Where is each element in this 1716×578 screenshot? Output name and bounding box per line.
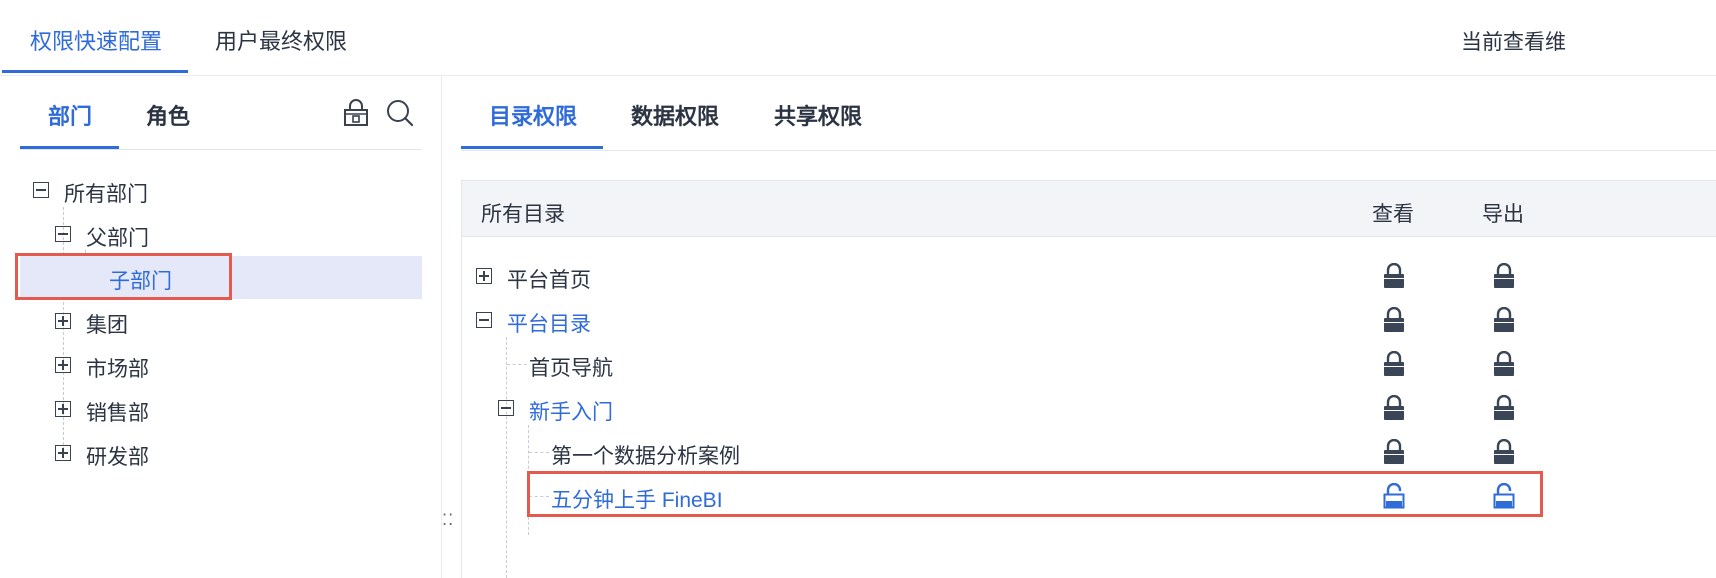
lock-icon[interactable] bbox=[1493, 394, 1515, 421]
top-tab-bar: 权限快速配置 用户最终权限 当前查看维 bbox=[0, 0, 1716, 76]
current-view-dimension-label: 当前查看维 bbox=[1461, 31, 1566, 54]
collapse-icon[interactable] bbox=[476, 312, 492, 328]
column-header-all-catalogs: 所有目录 bbox=[481, 203, 565, 226]
collapse-icon[interactable] bbox=[55, 226, 71, 242]
catalog-row-label[interactable]: 首页导航 bbox=[529, 352, 613, 382]
permission-table bbox=[461, 180, 1716, 578]
lock-icon[interactable] bbox=[1493, 350, 1515, 377]
lock-icon[interactable] bbox=[1383, 262, 1405, 289]
tab-catalog-permission[interactable]: 目录权限 bbox=[489, 99, 577, 131]
panel-divider bbox=[441, 76, 442, 578]
table-header bbox=[462, 181, 1716, 237]
column-header-export[interactable]: 导出 bbox=[1482, 198, 1524, 228]
tab-user-final-permission[interactable]: 用户最终权限 bbox=[215, 24, 347, 56]
lock-icon[interactable] bbox=[1383, 438, 1405, 465]
lock-icon[interactable] bbox=[1493, 438, 1515, 465]
column-header-view[interactable]: 查看 bbox=[1372, 198, 1414, 228]
right-active-tab-indicator bbox=[461, 146, 603, 149]
collapse-icon[interactable] bbox=[33, 182, 49, 198]
tab-role[interactable]: 角色 bbox=[146, 99, 190, 131]
expand-icon[interactable] bbox=[55, 445, 71, 461]
tree-connector bbox=[507, 364, 527, 365]
highlight-box-child-department bbox=[15, 253, 232, 300]
lock-icon[interactable] bbox=[1383, 306, 1405, 333]
catalog-row-label[interactable]: 新手入门 bbox=[529, 396, 613, 426]
expand-icon[interactable] bbox=[476, 268, 492, 284]
expand-icon[interactable] bbox=[55, 357, 71, 373]
catalog-row-label[interactable]: 平台目录 bbox=[507, 308, 591, 338]
tree-node-market[interactable]: 市场部 bbox=[86, 353, 149, 383]
left-active-tab-indicator bbox=[20, 146, 119, 149]
lock-icon[interactable] bbox=[1493, 262, 1515, 289]
expand-icon[interactable] bbox=[55, 401, 71, 417]
tree-node-group[interactable]: 集团 bbox=[86, 309, 128, 339]
catalog-row-label[interactable]: 第一个数据分析案例 bbox=[551, 440, 740, 470]
tree-node-all-departments[interactable]: 所有部门 bbox=[64, 178, 148, 208]
highlight-box-finebi-row bbox=[527, 471, 1543, 517]
active-tab-indicator bbox=[2, 70, 188, 73]
search-icon[interactable] bbox=[385, 98, 415, 128]
lock-icon[interactable] bbox=[1493, 306, 1515, 333]
lock-icon[interactable] bbox=[1383, 394, 1405, 421]
tree-connector bbox=[63, 207, 64, 455]
expand-icon[interactable] bbox=[55, 313, 71, 329]
catalog-row-label[interactable]: 平台首页 bbox=[507, 264, 591, 294]
tree-connector bbox=[506, 337, 507, 578]
lock-settings-icon[interactable] bbox=[341, 98, 371, 128]
tab-quick-permission-config[interactable]: 权限快速配置 bbox=[30, 24, 162, 56]
right-tabs-divider bbox=[461, 150, 1716, 151]
collapse-icon[interactable] bbox=[498, 400, 514, 416]
lock-icon[interactable] bbox=[1383, 350, 1405, 377]
tree-node-sales[interactable]: 销售部 bbox=[86, 397, 149, 427]
tree-node-rnd[interactable]: 研发部 bbox=[86, 441, 149, 471]
resize-handle-icon[interactable]: ⁚⁚ bbox=[442, 510, 454, 530]
tab-data-permission[interactable]: 数据权限 bbox=[631, 99, 719, 131]
tree-node-parent-department[interactable]: 父部门 bbox=[86, 222, 149, 252]
left-tabs-divider bbox=[20, 149, 422, 150]
tree-connector bbox=[529, 452, 549, 453]
tab-department[interactable]: 部门 bbox=[48, 99, 92, 131]
tab-share-permission[interactable]: 共享权限 bbox=[774, 99, 862, 131]
